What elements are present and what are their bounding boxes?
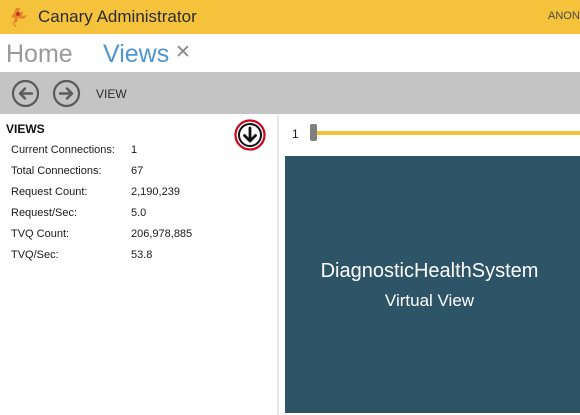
canary-logo-icon — [8, 6, 30, 28]
stat-value: 67 — [131, 165, 144, 177]
arrow-right-circle-icon — [52, 79, 81, 108]
slider-thumb[interactable] — [310, 124, 317, 141]
stat-value: 1 — [131, 144, 138, 156]
view-detail-panel: 1 DiagnosticHealthSystem Virtual View — [279, 114, 580, 415]
tab-views[interactable]: Views — [103, 40, 169, 69]
close-tab-icon[interactable]: ✕ — [175, 41, 191, 64]
app-title: Canary Administrator — [38, 7, 197, 26]
stat-value: 5.0 — [131, 207, 147, 219]
stat-row: Total Connections: 67 — [11, 165, 261, 181]
panel-title: VIEWS — [6, 122, 45, 136]
stat-row: TVQ/Sec: 53.8 — [11, 249, 261, 265]
stat-row: Request Count: 2,190,239 — [11, 186, 261, 202]
view-card[interactable]: DiagnosticHealthSystem Virtual View — [285, 156, 580, 413]
tab-home[interactable]: Home — [6, 40, 73, 69]
views-panel: VIEWS Current Connections: 1 Total Conne… — [0, 114, 277, 415]
view-type: Virtual View — [384, 291, 475, 310]
stat-label: TVQ/Sec: — [11, 249, 59, 261]
stat-label: Current Connections: — [11, 144, 115, 156]
stat-row: Request/Sec: 5.0 — [11, 207, 261, 223]
toolbar-label: VIEW — [96, 87, 127, 101]
stat-label: Request/Sec: — [11, 207, 78, 219]
user-name: ANON — [548, 10, 580, 22]
tab-bar: Home Views ✕ — [0, 34, 580, 72]
forward-button[interactable] — [52, 79, 81, 108]
view-name: DiagnosticHealthSystem — [320, 260, 539, 282]
toolbar: VIEW — [0, 72, 580, 114]
slider-track[interactable] — [315, 131, 580, 135]
stat-row: Current Connections: 1 — [11, 144, 261, 160]
arrow-left-circle-icon — [11, 79, 40, 108]
stat-value: 206,978,885 — [131, 228, 193, 240]
stat-label: Total Connections: — [11, 165, 102, 177]
stat-label: Request Count: — [11, 186, 88, 198]
stat-label: TVQ Count: — [11, 228, 70, 240]
stat-value: 53.8 — [131, 249, 153, 261]
stat-row: TVQ Count: 206,978,885 — [11, 228, 261, 244]
slider-value: 1 — [292, 127, 299, 141]
stat-value: 2,190,239 — [131, 186, 180, 198]
back-button[interactable] — [11, 79, 40, 108]
title-bar: Canary Administrator ANON — [0, 0, 580, 34]
